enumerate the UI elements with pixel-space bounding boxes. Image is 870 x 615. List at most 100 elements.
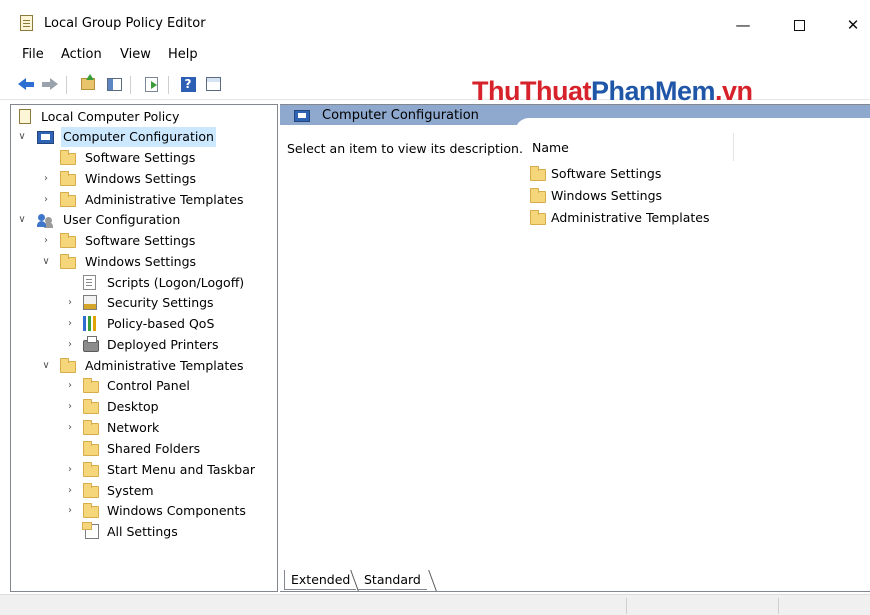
tree-item-shared-folders[interactable]: Shared Folders — [17, 439, 202, 459]
folder-icon — [60, 171, 76, 186]
chevron-right-icon[interactable]: › — [65, 397, 75, 417]
tree-item-desktop[interactable]: › Desktop — [17, 397, 161, 417]
menu-help[interactable]: Help — [168, 47, 198, 62]
console-tree[interactable]: Local Computer Policy ∨ Computer Configu… — [10, 104, 278, 592]
chevron-right-icon[interactable]: › — [65, 293, 75, 313]
details-header-curve — [515, 118, 870, 138]
tree-item-windows-settings[interactable]: › Windows Settings — [17, 169, 198, 189]
tree-item-administrative-templates[interactable]: › Administrative Templates — [17, 190, 246, 210]
status-bar — [0, 594, 870, 615]
users-icon — [37, 213, 53, 228]
properties-button[interactable] — [203, 74, 223, 94]
chevron-right-icon[interactable]: › — [65, 418, 75, 438]
forward-arrow-icon — [42, 78, 58, 90]
tree-item-local-computer-policy[interactable]: Local Computer Policy — [17, 107, 181, 127]
chevron-down-icon[interactable]: ∨ — [41, 252, 51, 272]
printer-icon — [83, 336, 99, 352]
folder-icon — [83, 378, 99, 393]
details-pane: Computer Configuration Select an item to… — [280, 104, 870, 592]
maximize-button[interactable] — [776, 10, 822, 40]
tree-item-windows-settings[interactable]: ∨ Windows Settings — [17, 252, 198, 272]
chevron-right-icon[interactable]: › — [65, 481, 75, 501]
chevron-right-icon[interactable]: › — [65, 501, 75, 521]
folder-icon — [60, 358, 76, 373]
folder-icon — [530, 188, 546, 203]
tree-item-system[interactable]: › System — [17, 481, 156, 501]
minimize-icon: — — [735, 16, 751, 34]
up-one-level-button[interactable] — [78, 74, 98, 94]
folder-icon — [83, 441, 99, 456]
column-divider[interactable] — [733, 133, 734, 161]
tab-extended[interactable]: Extended — [284, 570, 357, 590]
tree-item-software-settings[interactable]: Software Settings — [17, 148, 197, 168]
folder-icon — [60, 150, 76, 165]
chevron-right-icon[interactable]: › — [41, 190, 51, 210]
folder-icon — [83, 462, 99, 477]
back-button[interactable] — [16, 74, 36, 94]
tree-item-deployed-printers[interactable]: › Deployed Printers — [17, 335, 220, 355]
status-divider — [778, 598, 779, 614]
close-button[interactable]: ✕ — [830, 10, 870, 40]
chevron-right-icon[interactable]: › — [65, 376, 75, 396]
maximize-icon — [793, 20, 805, 31]
chevron-right-icon[interactable]: › — [65, 314, 75, 334]
tab-standard[interactable]: Standard — [358, 570, 427, 590]
bar-chart-icon — [83, 316, 99, 331]
tree-item-windows-components[interactable]: › Windows Components — [17, 501, 248, 521]
folder-icon — [83, 399, 99, 414]
menu-file[interactable]: File — [22, 47, 44, 62]
help-button[interactable]: ? — [178, 74, 198, 94]
minimize-button[interactable]: — — [720, 10, 766, 40]
folder-icon — [83, 483, 99, 498]
toolbar-separator — [66, 76, 67, 94]
folder-icon — [83, 420, 99, 435]
show-hide-tree-button[interactable] — [104, 74, 124, 94]
tree-item-user-configuration[interactable]: ∨ User Configuration — [17, 210, 182, 230]
tree-item-computer-configuration[interactable]: ∨ Computer Configuration — [17, 127, 216, 147]
computer-icon — [294, 110, 310, 122]
tree-item-administrative-templates[interactable]: ∨ Administrative Templates — [17, 356, 246, 376]
chevron-right-icon[interactable]: › — [65, 335, 75, 355]
toolbar-separator — [130, 76, 131, 94]
view-tabs: Extended Standard — [284, 570, 484, 592]
title-bar: Local Group Policy Editor — ✕ — [0, 0, 870, 42]
close-icon: ✕ — [846, 16, 860, 34]
tree-item-security-settings[interactable]: › Security Settings — [17, 293, 216, 313]
chevron-down-icon[interactable]: ∨ — [17, 127, 27, 147]
up-folder-icon — [81, 74, 95, 90]
tree-item-scripts[interactable]: Scripts (Logon/Logoff) — [17, 273, 246, 293]
details-header-title: Computer Configuration — [322, 108, 479, 123]
tree-item-network[interactable]: › Network — [17, 418, 161, 438]
folder-icon — [530, 166, 546, 181]
script-icon — [83, 275, 96, 290]
chevron-down-icon[interactable]: ∨ — [17, 210, 27, 230]
tree-item-all-settings[interactable]: All Settings — [17, 522, 180, 542]
export-list-icon — [144, 76, 158, 92]
column-header-name[interactable]: Name — [532, 140, 569, 155]
all-settings-icon — [82, 522, 99, 539]
chevron-right-icon[interactable]: › — [65, 460, 75, 480]
chevron-right-icon[interactable]: › — [41, 169, 51, 189]
menu-action[interactable]: Action — [61, 47, 102, 62]
chevron-right-icon[interactable]: › — [41, 231, 51, 251]
security-icon — [83, 295, 97, 310]
tab-divider — [428, 570, 437, 591]
folder-icon — [60, 192, 76, 207]
window-title: Local Group Policy Editor — [44, 16, 206, 31]
forward-button[interactable] — [40, 74, 60, 94]
folder-icon — [60, 254, 76, 269]
menu-view[interactable]: View — [120, 47, 151, 62]
tree-item-software-settings[interactable]: › Software Settings — [17, 231, 197, 251]
toolbar-separator — [168, 76, 169, 94]
tree-item-start-menu-and-taskbar[interactable]: › Start Menu and Taskbar — [17, 460, 257, 480]
folder-icon — [83, 503, 99, 518]
tree-item-policy-based-qos[interactable]: › Policy-based QoS — [17, 314, 216, 334]
export-list-button[interactable] — [141, 74, 161, 94]
computer-icon — [37, 131, 54, 144]
description-text: Select an item to view its description. — [287, 141, 523, 156]
menu-bar: File Action View Help — [0, 44, 870, 66]
chevron-down-icon[interactable]: ∨ — [41, 356, 51, 376]
tree-item-control-panel[interactable]: › Control Panel — [17, 376, 192, 396]
policy-document-icon — [19, 109, 31, 124]
back-arrow-icon — [18, 78, 34, 90]
